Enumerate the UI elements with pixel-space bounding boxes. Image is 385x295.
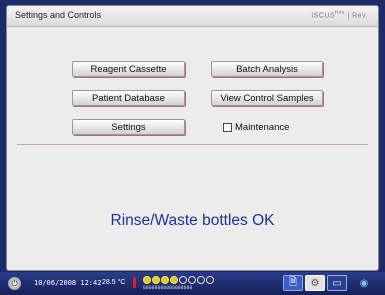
iscus-logo: ISCUSflex | Rev. (311, 10, 368, 19)
view-control-samples-button[interactable]: View Control Samples (211, 90, 323, 106)
globe-icon[interactable]: ◉ (355, 275, 373, 291)
batch-analysis-button[interactable]: Batch Analysis (211, 61, 323, 77)
indicator-dot (170, 276, 178, 284)
monitor-icon[interactable]: ▭ (327, 275, 347, 291)
power-icon[interactable]: ⏻ (8, 277, 21, 290)
reagent-cassette-button[interactable]: Reagent Cassette (72, 61, 185, 77)
divider (17, 144, 368, 145)
indicator-dot (188, 276, 196, 284)
document-icon[interactable]: 🗎 (283, 275, 303, 291)
window-title: Settings and Controls (15, 10, 102, 20)
logo-text: ISCUS (311, 12, 336, 20)
maintenance-label: Maintenance (235, 122, 290, 133)
temperature-display: 28.5 °C (102, 279, 126, 286)
indicator-dot (143, 276, 151, 284)
settings-gear-icon[interactable]: ⚙ (305, 275, 325, 291)
status-indicators (143, 276, 214, 284)
maintenance-checkbox[interactable] (223, 123, 232, 132)
patient-database-button[interactable]: Patient Database (72, 90, 185, 106)
indicator-sub-row: 00000000000000000 (143, 286, 193, 291)
datetime-display: 10/06/2008 12:42 (34, 279, 102, 287)
maintenance-option[interactable]: Maintenance (223, 122, 289, 133)
settings-panel: Settings and Controls ISCUSflex | Rev. R… (6, 5, 379, 271)
indicator-dot (179, 276, 187, 284)
indicator-dot (161, 276, 169, 284)
taskbar: ⏻ 10/06/2008 12:42 28.5 °C 0000000000000… (0, 272, 385, 295)
indicator-dot (152, 276, 160, 284)
indicator-dot (197, 276, 205, 284)
settings-button[interactable]: Settings (72, 119, 185, 135)
status-message: Rinse/Waste bottles OK (110, 212, 275, 229)
logo-suffix: | Rev. (347, 12, 368, 20)
indicator-dot (206, 276, 214, 284)
logo-sup: flex (335, 10, 345, 16)
window-titlebar: Settings and Controls ISCUSflex | Rev. (7, 6, 378, 27)
thermometer-icon (133, 277, 136, 288)
